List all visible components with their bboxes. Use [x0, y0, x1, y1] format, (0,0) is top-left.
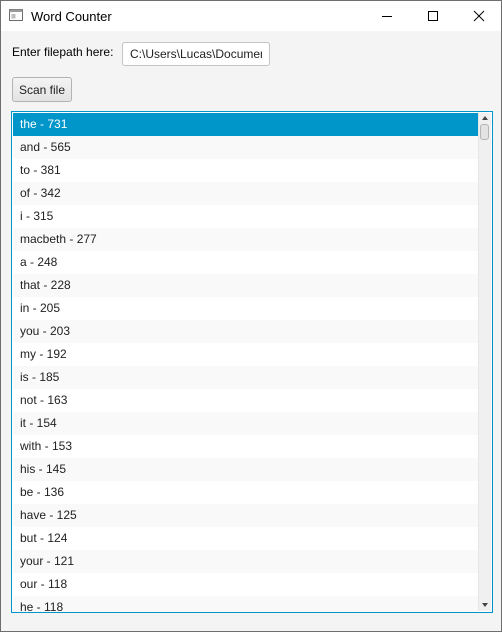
close-icon	[473, 10, 485, 22]
chevron-down-icon	[482, 603, 488, 607]
list-item[interactable]: our - 118	[13, 573, 479, 596]
list-item[interactable]: you - 203	[13, 320, 479, 343]
list-item[interactable]: to - 381	[13, 159, 479, 182]
list-item[interactable]: not - 163	[13, 389, 479, 412]
maximize-icon	[428, 11, 438, 21]
list-item[interactable]: be - 136	[13, 481, 479, 504]
list-item[interactable]: in - 205	[13, 297, 479, 320]
app-window: Word Counter Enter filepath here: Scan f…	[0, 0, 502, 632]
list-item[interactable]: my - 192	[13, 343, 479, 366]
list-item[interactable]: is - 185	[13, 366, 479, 389]
list-item[interactable]: that - 228	[13, 274, 479, 297]
list-item[interactable]: a - 248	[13, 251, 479, 274]
scroll-up-button[interactable]	[479, 113, 491, 124]
list-item[interactable]: the - 731	[13, 113, 479, 136]
list-item[interactable]: with - 153	[13, 435, 479, 458]
list-item[interactable]: your - 121	[13, 550, 479, 573]
word-count-list[interactable]: the - 731 and - 565 to - 381 of - 342 i - 31…	[11, 111, 493, 613]
word-count-items: the - 731 and - 565 to - 381 of - 342 i - 31…	[13, 113, 479, 612]
minimize-button[interactable]	[364, 1, 410, 31]
scan-file-button[interactable]: Scan file	[12, 77, 72, 102]
chevron-up-icon	[482, 116, 488, 120]
list-item[interactable]: his - 145	[13, 458, 479, 481]
vertical-scrollbar[interactable]	[478, 113, 491, 611]
list-item[interactable]: but - 124	[13, 527, 479, 550]
scroll-down-button[interactable]	[479, 600, 491, 611]
list-item[interactable]: have - 125	[13, 504, 479, 527]
close-button[interactable]	[456, 1, 501, 31]
maximize-button[interactable]	[410, 1, 456, 31]
app-icon	[9, 9, 23, 21]
filepath-label: Enter filepath here:	[12, 45, 114, 59]
list-item[interactable]: it - 154	[13, 412, 479, 435]
window-title: Word Counter	[31, 9, 112, 24]
list-item[interactable]: and - 565	[13, 136, 479, 159]
filepath-input[interactable]	[122, 42, 270, 66]
minimize-icon	[382, 16, 392, 17]
scrollbar-thumb[interactable]	[480, 124, 489, 140]
list-item[interactable]: of - 342	[13, 182, 479, 205]
title-bar[interactable]: Word Counter	[1, 1, 501, 31]
list-item[interactable]: macbeth - 277	[13, 228, 479, 251]
list-item[interactable]: i - 315	[13, 205, 479, 228]
list-item[interactable]: he - 118	[13, 596, 479, 612]
